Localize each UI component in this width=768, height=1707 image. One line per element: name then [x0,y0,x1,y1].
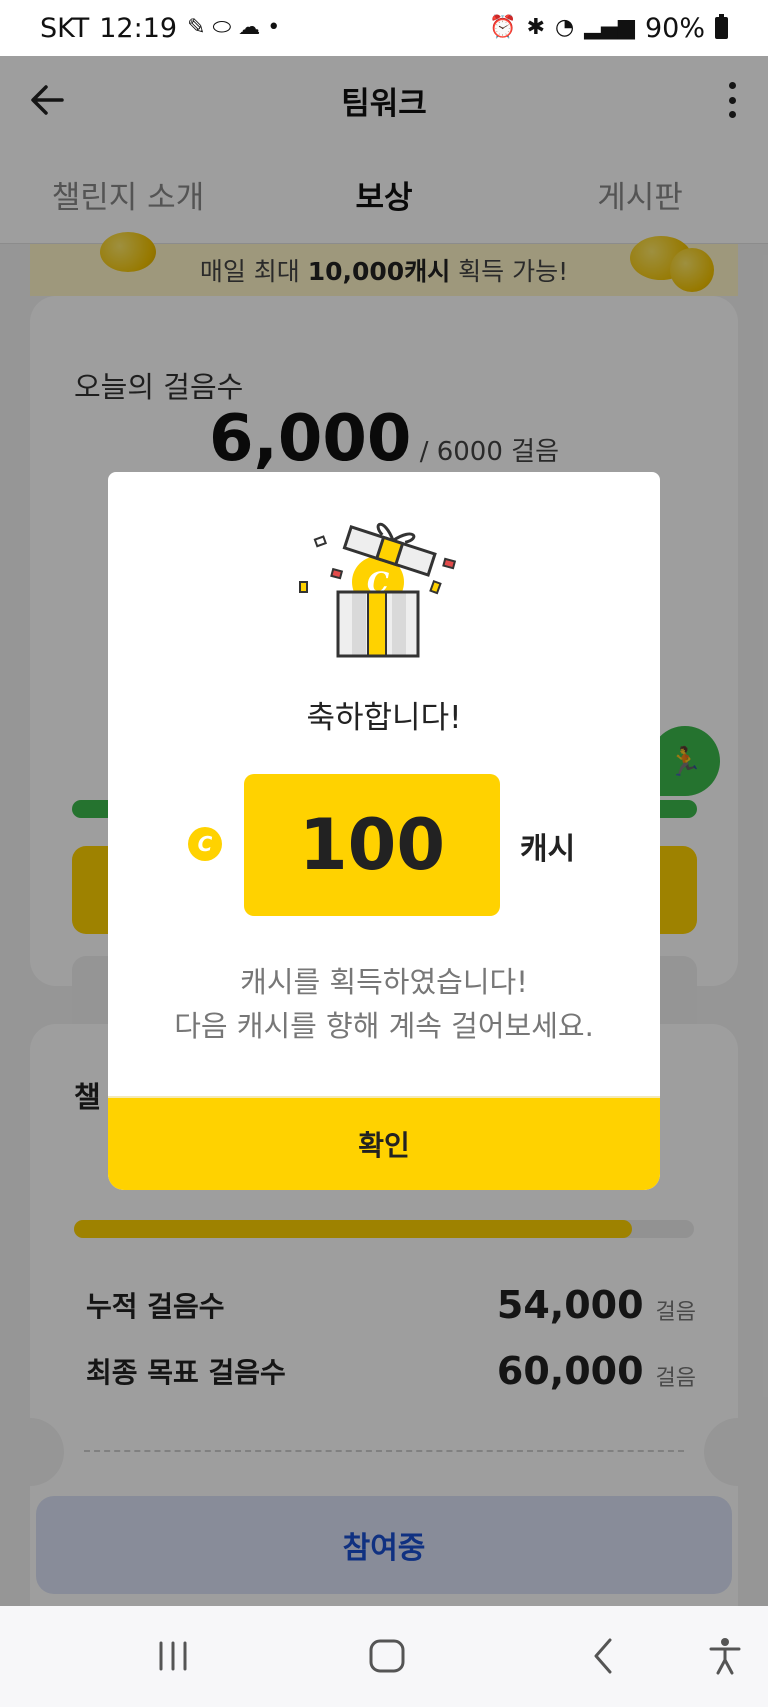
dialog-title: 축하합니다! [306,700,462,736]
bluetooth-icon: ✱ [526,15,546,40]
back-nav-icon[interactable] [578,1634,628,1678]
confirm-button[interactable]: 확인 [108,1096,660,1190]
reward-amount-row: C 100 캐시 [108,774,660,916]
battery-icon [715,14,728,39]
carrier-label: SKT [40,12,90,44]
dialog-message-line1: 캐시를 획득하였습니다! [240,965,528,999]
gift-box-icon: C [299,522,457,658]
battery-percent: 90% [644,12,705,44]
recent-apps-icon[interactable] [148,1634,198,1678]
alarm-icon: ⏰ [489,15,517,40]
time-label: 12:19 [99,12,178,44]
notification-icons: ✎ ⬭ ☁ • [187,15,281,40]
status-bar: SKT 12:19 ✎ ⬭ ☁ • ⏰ ✱ ◔ ▂▄▆ 90% [0,0,768,56]
dialog-message-line2: 다음 캐시를 향해 계속 걸어보세요. [174,1009,594,1043]
dialog-message: 캐시를 획득하였습니다! 다음 캐시를 향해 계속 걸어보세요. [108,960,660,1048]
cash-coin-icon: C [188,827,222,861]
wifi-icon: ◔ [555,15,575,40]
system-navigation-bar [0,1606,768,1707]
accessibility-icon[interactable] [700,1634,750,1678]
reward-amount: 100 [244,774,500,916]
reward-dialog: C 축하합니다! C 100 캐시 캐시를 획득하였습니다! 다음 캐시를 향해… [108,472,660,1190]
reward-unit: 캐시 [520,832,576,867]
home-icon[interactable] [362,1634,412,1678]
signal-icon: ▂▄▆ [584,15,635,40]
